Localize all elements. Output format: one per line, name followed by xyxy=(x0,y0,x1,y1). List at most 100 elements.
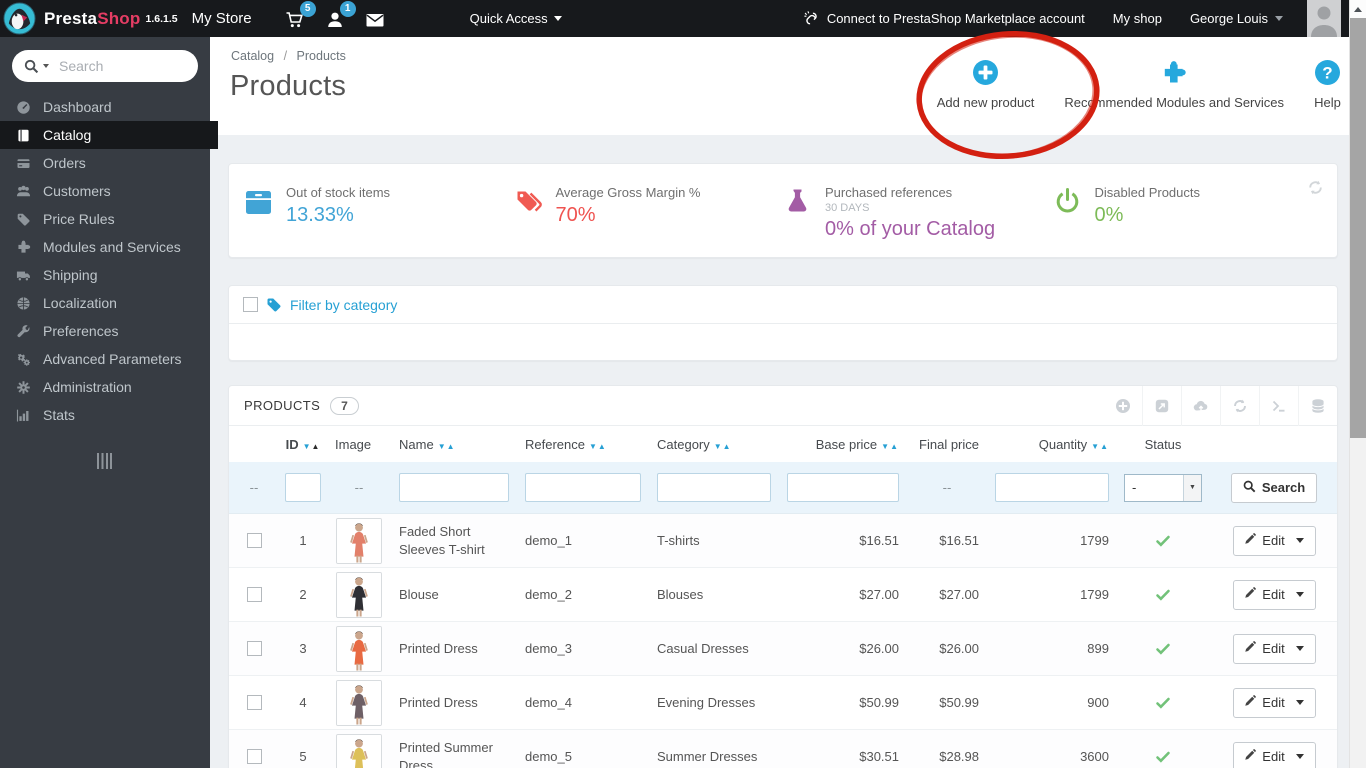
row-checkbox[interactable] xyxy=(246,695,262,710)
user-menu[interactable]: George Louis xyxy=(1190,11,1283,26)
customers-online-icon[interactable]: 1 xyxy=(325,0,356,30)
sidebar-item-preferences[interactable]: Preferences xyxy=(0,317,210,345)
filter-select-status[interactable]: - ▼ xyxy=(1124,473,1202,502)
status-enabled-icon[interactable] xyxy=(1155,641,1171,657)
product-image[interactable] xyxy=(336,625,382,672)
marketplace-connect-link[interactable]: Connect to PrestaShop Marketplace accoun… xyxy=(803,10,1085,27)
sidebar-item-modules-and-services[interactable]: Modules and Services xyxy=(0,233,210,261)
scrollbar-up-arrow[interactable] xyxy=(1350,0,1366,18)
edit-button[interactable]: Edit xyxy=(1232,525,1316,556)
sidebar-item-localization[interactable]: Localization xyxy=(0,289,210,317)
user-avatar[interactable] xyxy=(1307,0,1341,37)
sidebar-item-catalog[interactable]: Catalog xyxy=(0,121,210,149)
filter-input-category[interactable] xyxy=(657,473,771,502)
collapse-menu-icon[interactable] xyxy=(96,453,114,469)
sidebar-item-advanced-parameters[interactable]: Advanced Parameters xyxy=(0,345,210,373)
scrollbar-thumb[interactable] xyxy=(1350,18,1366,438)
filter-input-id[interactable] xyxy=(285,473,321,502)
toolbar-export-icon[interactable] xyxy=(1142,386,1181,426)
row-checkbox[interactable] xyxy=(246,533,262,548)
row-checkbox[interactable] xyxy=(246,587,262,602)
sort-arrows-icon[interactable]: ▼▲ xyxy=(589,442,607,451)
sidebar-item-stats[interactable]: Stats xyxy=(0,401,210,429)
edit-dropdown-icon[interactable] xyxy=(1295,646,1304,651)
column-header-base-price[interactable]: Base price ▼▲ xyxy=(779,437,907,452)
cell-reference: demo_4 xyxy=(525,695,572,710)
breadcrumb-parent[interactable]: Catalog xyxy=(231,49,274,63)
refresh-kpi-icon[interactable] xyxy=(1307,179,1324,196)
toolbar-sql-query-icon[interactable] xyxy=(1259,386,1298,426)
messages-icon[interactable] xyxy=(365,8,387,30)
cell-quantity: 900 xyxy=(1087,695,1109,710)
sort-arrows-icon[interactable]: ▼▲ xyxy=(714,442,732,451)
filter-panel-body xyxy=(229,324,1337,361)
search-input[interactable] xyxy=(59,58,186,74)
edit-button[interactable]: Edit xyxy=(1232,687,1316,718)
toolbar-database-icon[interactable] xyxy=(1298,386,1337,426)
edit-button[interactable]: Edit xyxy=(1232,579,1316,610)
product-image[interactable] xyxy=(336,517,382,564)
filter-input-reference[interactable] xyxy=(525,473,641,502)
edit-dropdown-icon[interactable] xyxy=(1295,700,1304,705)
recommended-modules-and-services-button[interactable]: Recommended Modules and Services xyxy=(1064,59,1284,110)
cell-category: Summer Dresses xyxy=(657,749,758,764)
sort-arrows-icon[interactable]: ▼▲ xyxy=(303,442,321,451)
window-scrollbar[interactable] xyxy=(1349,0,1366,768)
filter-input-quantity[interactable] xyxy=(995,473,1109,502)
cell-quantity: 3600 xyxy=(1080,749,1109,764)
sidebar-item-shipping[interactable]: Shipping xyxy=(0,261,210,289)
dashboard-icon xyxy=(14,99,32,115)
cart-icon[interactable]: 5 xyxy=(285,0,316,30)
pencil-icon xyxy=(1244,587,1257,602)
edit-dropdown-icon[interactable] xyxy=(1295,592,1304,597)
toolbar-refresh-icon[interactable] xyxy=(1220,386,1259,426)
search-button[interactable]: Search xyxy=(1230,472,1318,503)
status-enabled-icon[interactable] xyxy=(1155,749,1171,765)
edit-dropdown-icon[interactable] xyxy=(1295,754,1304,759)
kpi-purchased-references: Purchased references 30 DAYS 0% of your Ca… xyxy=(784,185,1054,257)
product-image[interactable] xyxy=(336,733,382,768)
prestashop-logo-icon[interactable] xyxy=(3,2,36,35)
status-enabled-icon[interactable] xyxy=(1155,533,1171,549)
sidebar-item-administration[interactable]: Administration xyxy=(0,373,210,401)
search-scope-caret-icon[interactable] xyxy=(43,64,49,68)
active-menu-extension xyxy=(210,121,218,149)
row-checkbox[interactable] xyxy=(246,749,262,764)
toolbar-add-icon[interactable] xyxy=(1103,386,1142,426)
filter-by-category-link[interactable]: Filter by category xyxy=(290,297,397,313)
row-checkbox[interactable] xyxy=(246,641,262,656)
help-button[interactable]: ? Help xyxy=(1314,59,1341,110)
add-new-product-button[interactable]: Add new product xyxy=(937,59,1034,110)
status-enabled-icon[interactable] xyxy=(1155,695,1171,711)
product-image[interactable] xyxy=(336,571,382,618)
sort-arrows-icon[interactable]: ▼▲ xyxy=(881,442,899,451)
action-label: Recommended Modules and Services xyxy=(1064,95,1284,110)
sidebar-search[interactable] xyxy=(12,50,198,82)
toolbar-import-icon[interactable] xyxy=(1181,386,1220,426)
edit-button[interactable]: Edit xyxy=(1232,633,1316,664)
column-header-quantity[interactable]: Quantity ▼▲ xyxy=(987,437,1117,452)
filter-dash: -- xyxy=(942,480,952,495)
sidebar-item-price-rules[interactable]: Price Rules xyxy=(0,205,210,233)
quick-access-menu[interactable]: Quick Access xyxy=(470,11,562,26)
sidebar-item-orders[interactable]: Orders xyxy=(0,149,210,177)
column-header-name[interactable]: Name ▼▲ xyxy=(391,437,517,452)
filter-cell xyxy=(779,473,907,502)
column-header-id[interactable]: ID ▼▲ xyxy=(279,437,327,452)
status-enabled-icon[interactable] xyxy=(1155,587,1171,603)
edit-button[interactable]: Edit xyxy=(1232,741,1316,768)
sort-arrows-icon[interactable]: ▼▲ xyxy=(438,442,456,451)
column-header-category[interactable]: Category ▼▲ xyxy=(649,437,779,452)
cell-final-price: $50.99 xyxy=(939,695,979,710)
filter-input-name[interactable] xyxy=(399,473,509,502)
filter-category-checkbox[interactable] xyxy=(243,297,258,312)
product-image[interactable] xyxy=(336,679,382,726)
column-header-reference[interactable]: Reference ▼▲ xyxy=(517,437,649,452)
filter-input-base-price[interactable] xyxy=(787,473,899,502)
sort-arrows-icon[interactable]: ▼▲ xyxy=(1091,442,1109,451)
sidebar-item-customers[interactable]: Customers xyxy=(0,177,210,205)
sidebar-item-dashboard[interactable]: Dashboard xyxy=(0,93,210,121)
edit-dropdown-icon[interactable] xyxy=(1295,538,1304,543)
store-name-link[interactable]: My Store xyxy=(192,10,252,27)
my-shop-link[interactable]: My shop xyxy=(1113,11,1162,26)
